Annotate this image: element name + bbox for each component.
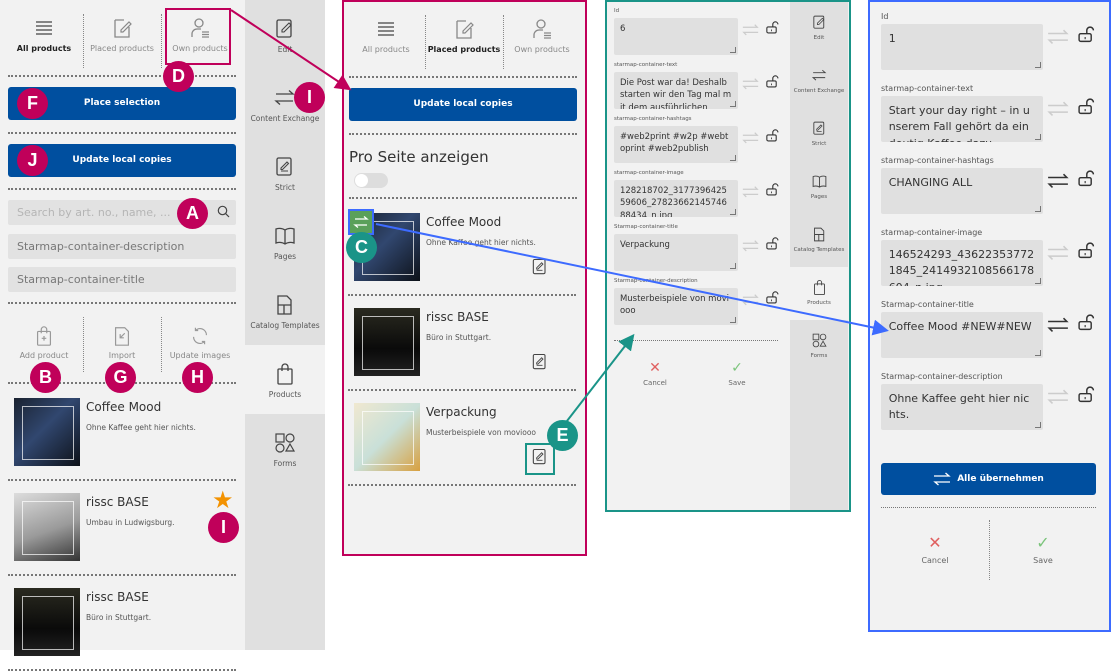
annotation-b: B [30, 362, 61, 393]
arrow-d [230, 9, 352, 91]
annotation-c: C [346, 232, 377, 263]
arrow-c [375, 223, 889, 336]
annotation-a: A [177, 198, 208, 229]
annotation-d: D [163, 61, 194, 92]
annotation-f: F [17, 88, 48, 119]
annotation-j: J [17, 145, 48, 176]
annotation-arrows [230, 9, 889, 431]
annotation-e: E [547, 420, 578, 451]
arrow-e [559, 333, 635, 431]
annotation-i-rail: I [294, 82, 325, 113]
annotation-h: H [182, 362, 213, 393]
annotation-g: G [105, 362, 136, 393]
annotation-i-star: I [208, 512, 239, 543]
